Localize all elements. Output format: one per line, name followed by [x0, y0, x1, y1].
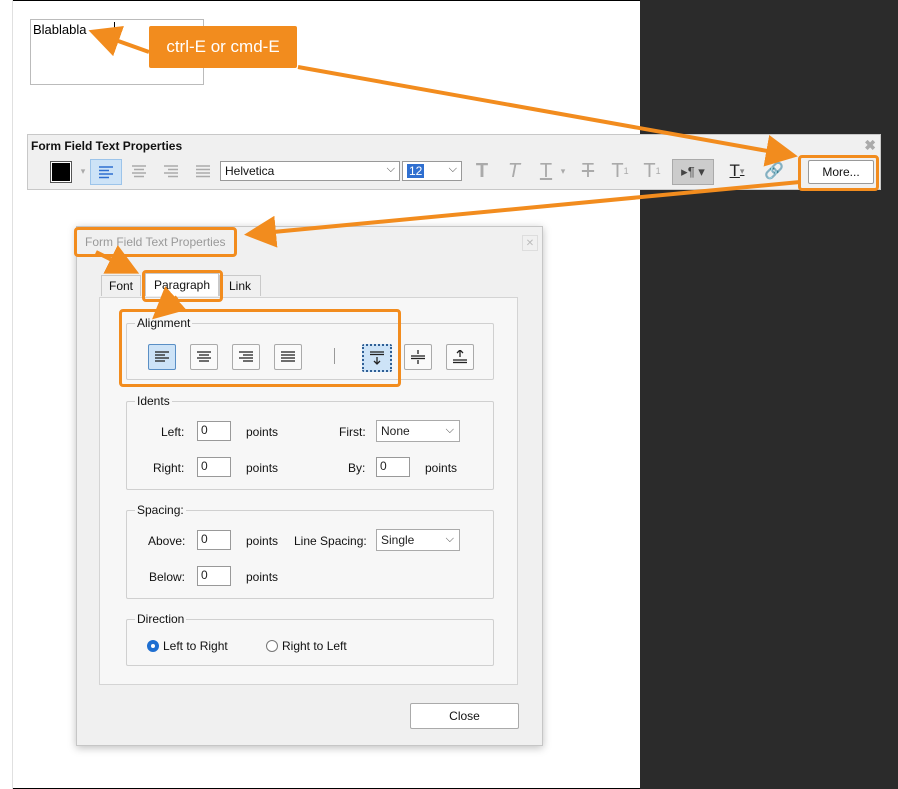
arrow-to-field — [88, 26, 150, 57]
annotation-arrows — [88, 26, 801, 320]
arrow-to-dialog — [244, 180, 801, 248]
arrow-to-alignment — [152, 286, 187, 320]
arrow-to-more-button — [297, 65, 798, 167]
arrow-to-paragraph-tab — [95, 244, 140, 274]
